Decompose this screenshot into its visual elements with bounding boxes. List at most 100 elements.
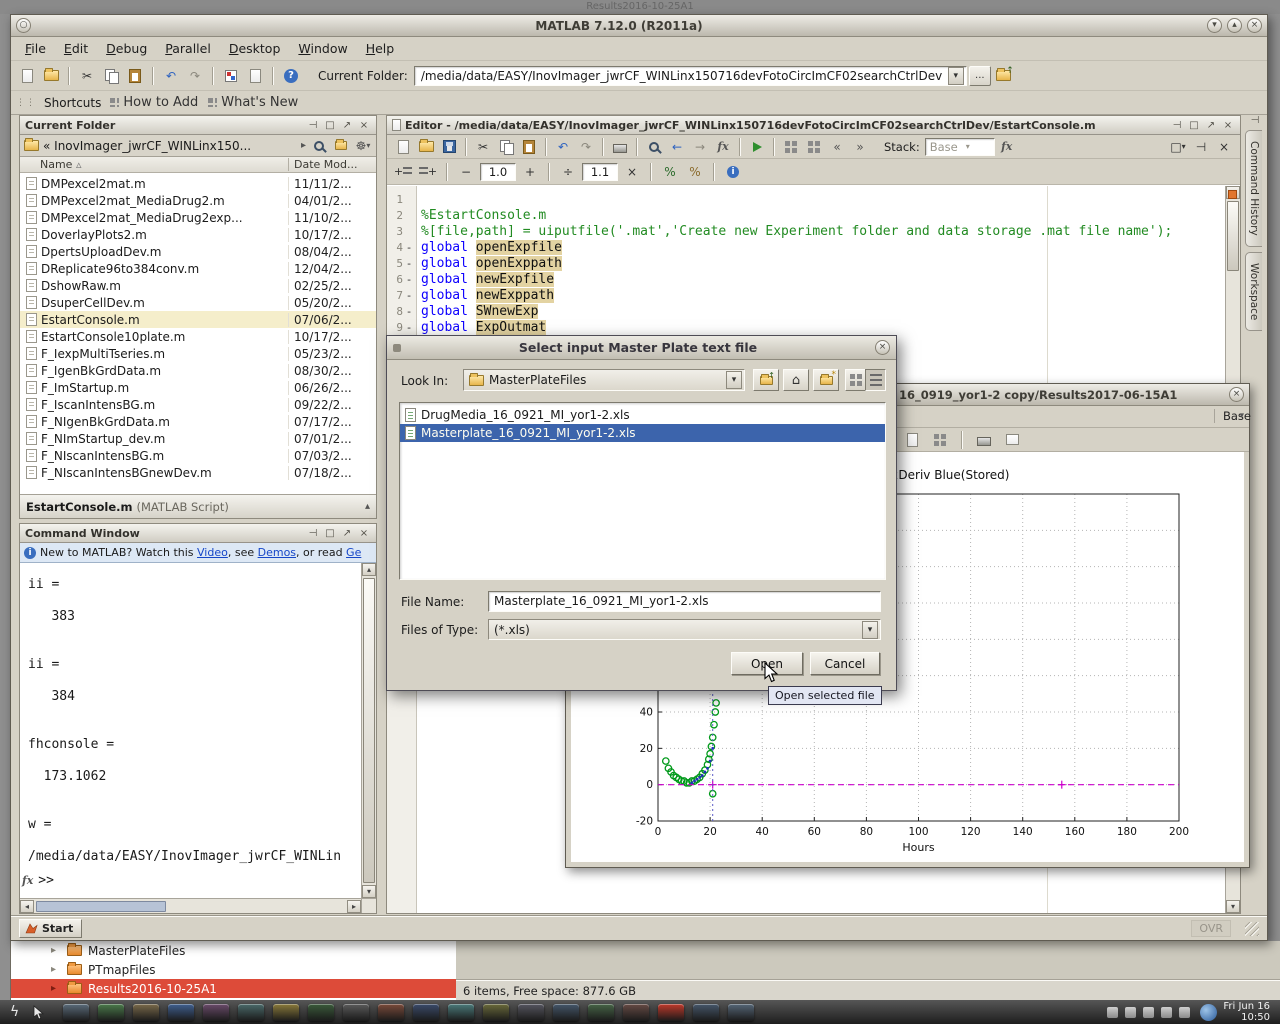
value-step-input[interactable]: 1.0	[480, 163, 516, 181]
close-panel-icon[interactable]: ×	[1221, 120, 1235, 131]
code-line[interactable]: 1	[387, 192, 1225, 208]
cell-mode-info-button[interactable]: i	[722, 162, 744, 182]
go-forward-button[interactable]: →	[689, 137, 711, 157]
file-row[interactable]: EstartConsole.m07/06/2...	[20, 311, 376, 328]
files-of-type-combo[interactable]: (*.xls) ▾	[488, 619, 881, 640]
taskbar-app-icon[interactable]	[448, 1004, 474, 1021]
maximize-panel-icon[interactable]: □	[323, 528, 337, 539]
open-file-button[interactable]	[40, 66, 62, 86]
file-row[interactable]: EstartConsole10plate.m10/17/2...	[20, 328, 376, 345]
vscroll-thumb[interactable]	[363, 578, 375, 883]
expand-triangle-icon[interactable]: ▸	[51, 964, 61, 975]
taskbar-app-icon[interactable]	[308, 1004, 334, 1021]
file-row[interactable]: F_NIscanIntensBG.m07/03/2...	[20, 447, 376, 464]
dialog-file-list[interactable]: DrugMedia_16_0921_MI_yor1-2.xlsMasterpla…	[399, 402, 886, 580]
search-folder-button[interactable]	[310, 137, 328, 155]
paste-button[interactable]	[518, 137, 540, 157]
scroll-down-icon[interactable]: ▾	[1226, 900, 1240, 913]
taskbar-app-icon[interactable]	[238, 1004, 264, 1021]
figure-close-button[interactable]: ×	[1229, 387, 1244, 402]
taskbar-app-icon[interactable]	[63, 1004, 89, 1021]
file-row[interactable]: F_IexpMultiTseries.m05/23/2...	[20, 345, 376, 362]
current-folder-input[interactable]: /media/data/EASY/InovImager_jwrCF_WINLin…	[414, 66, 967, 86]
file-name-input[interactable]: Masterplate_16_0921_MI_yor1-2.xls	[488, 591, 881, 612]
redo-button[interactable]: ↷	[184, 66, 206, 86]
code-line[interactable]: 7-global newExppath	[387, 288, 1225, 304]
scroll-up-icon[interactable]: ▴	[362, 563, 376, 576]
dialog-titlebar[interactable]: Select input Master Plate text file ×	[387, 336, 896, 360]
save-button[interactable]	[438, 137, 460, 157]
hscroll-thumb[interactable]	[36, 901, 166, 912]
code-line[interactable]: 5-global openExppath	[387, 256, 1225, 272]
file-row[interactable]: DMPexcel2mat.m11/11/2...	[20, 175, 376, 192]
taskbar-app-icon[interactable]	[98, 1004, 124, 1021]
figure-base-label[interactable]: Base	[1214, 409, 1259, 423]
code-line[interactable]: 6-global newExpfile	[387, 272, 1225, 288]
editor-dock-button[interactable]: ⊣	[1190, 137, 1212, 157]
dialog-file-row[interactable]: Masterplate_16_0921_MI_yor1-2.xls	[400, 424, 885, 442]
menu-edit[interactable]: Edit	[55, 37, 97, 60]
increase-indent-button[interactable]: »	[849, 137, 871, 157]
icon-view-button[interactable]	[845, 369, 866, 391]
taskbar-app-icon[interactable]	[728, 1004, 754, 1021]
paste-button[interactable]	[124, 66, 146, 86]
demos-link[interactable]: Demos	[258, 546, 296, 559]
function-hints-button[interactable]: fx	[996, 137, 1018, 157]
command-window-hscrollbar[interactable]: ◂ ▸	[20, 898, 361, 913]
function-browser-button[interactable]: fx	[712, 137, 734, 157]
breadcrumb-path[interactable]: « InovImager_jwrCF_WINLinx150...	[43, 139, 297, 153]
taskbar-app-icon[interactable]	[133, 1004, 159, 1021]
insert-cell-button[interactable]	[780, 137, 802, 157]
file-row[interactable]: DReplicate96to384conv.m12/04/2...	[20, 260, 376, 277]
tray-icon[interactable]	[1107, 1007, 1118, 1018]
find-button[interactable]	[643, 137, 665, 157]
dock-icon[interactable]: ⊣	[1170, 120, 1184, 131]
multiplier-input[interactable]: 1.1	[582, 163, 618, 181]
code-line[interactable]: 8-global SWnewExp	[387, 304, 1225, 320]
list-view-button[interactable]	[865, 369, 886, 391]
insert-cell-divider2-button[interactable]: +	[417, 162, 439, 182]
editor-header[interactable]: Editor - /media/data/EASY/InovImager_jwr…	[387, 116, 1240, 135]
close-panel-icon[interactable]: ×	[357, 120, 371, 131]
copy-button[interactable]	[100, 66, 122, 86]
dock-icon[interactable]: ⊣	[306, 528, 320, 539]
file-row[interactable]: DMPexcel2mat_MediaDrug2.m04/01/2...	[20, 192, 376, 209]
taskbar-app-icon[interactable]	[203, 1004, 229, 1021]
clock-applet-icon[interactable]	[1200, 1004, 1217, 1021]
taskbar-app-icon[interactable]	[553, 1004, 579, 1021]
launcher-icon[interactable]: ϟ	[10, 1004, 19, 1020]
look-in-combo[interactable]: MasterPlateFiles ▾	[463, 369, 745, 391]
resize-grip[interactable]	[1245, 922, 1259, 936]
shortcut-how-to-add[interactable]: How to Add	[109, 93, 199, 113]
decrease-value-button[interactable]: −	[455, 162, 477, 182]
cut-button[interactable]: ✂	[76, 66, 98, 86]
taskbar-app-icon[interactable]	[693, 1004, 719, 1021]
evaluate-cell-button[interactable]	[803, 137, 825, 157]
new-script-button[interactable]	[392, 137, 414, 157]
undock-icon[interactable]: ↗	[340, 120, 354, 131]
tray-icon[interactable]	[1125, 1007, 1136, 1018]
breadcrumb-expand-icon[interactable]: ▸	[301, 140, 306, 151]
figure-print-button[interactable]	[973, 430, 995, 450]
figure-grid-button[interactable]	[929, 430, 951, 450]
menu-debug[interactable]: Debug	[97, 37, 156, 60]
taskbar-app-icon[interactable]	[273, 1004, 299, 1021]
up-one-level-button[interactable]: ↑	[753, 369, 779, 391]
file-row[interactable]: DpertsUploadDev.m08/04/2...	[20, 243, 376, 260]
menu-file[interactable]: File	[16, 37, 55, 60]
collapse-details-icon[interactable]: ▴	[365, 501, 370, 512]
chevron-down-icon[interactable]: ▾	[726, 371, 742, 389]
taskbar-app-icon[interactable]	[413, 1004, 439, 1021]
matlab-titlebar[interactable]: ○ MATLAB 7.12.0 (R2011a) ▾ ▴ ×	[11, 15, 1267, 37]
file-row[interactable]: F_NIgenBkGrdData.m07/17/2...	[20, 413, 376, 430]
window-menu-icon[interactable]: ○	[16, 18, 31, 33]
taskbar-app-icon[interactable]	[343, 1004, 369, 1021]
code-line[interactable]: 4-global openExpfile	[387, 240, 1225, 256]
folder-row[interactable]: ▸Results2016-10-25A1	[11, 979, 456, 998]
code-line[interactable]: 9-global ExpOutmat	[387, 320, 1225, 336]
menu-window[interactable]: Window	[289, 37, 356, 60]
open-button[interactable]	[415, 137, 437, 157]
cancel-button[interactable]: Cancel	[810, 652, 880, 675]
dock-icon[interactable]: ⊣	[306, 120, 320, 131]
getting-started-link[interactable]: Ge	[346, 546, 361, 559]
